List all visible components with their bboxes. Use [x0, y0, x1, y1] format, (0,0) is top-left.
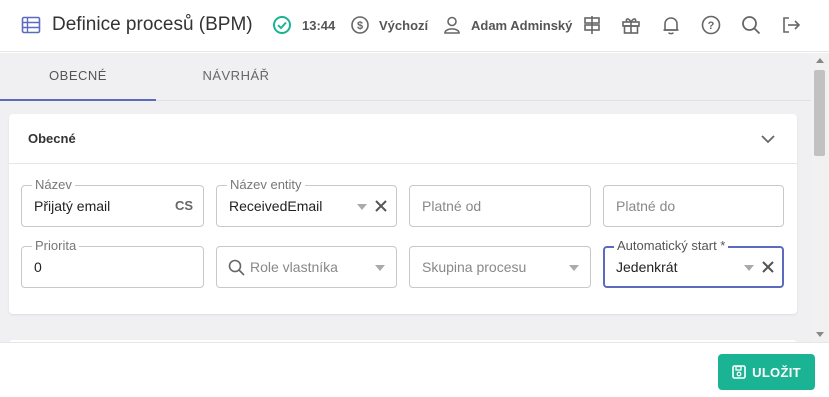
section-title: Obecné: [28, 131, 76, 146]
dropdown-arrow-icon[interactable]: [569, 265, 579, 271]
platne-od-placeholder: Platné od: [422, 198, 482, 214]
clear-icon[interactable]: [762, 261, 774, 273]
tab-navrhar[interactable]: NÁVRHÁŘ: [158, 53, 314, 101]
gift-icon[interactable]: [620, 14, 642, 36]
platne-do-placeholder: Platné do: [616, 198, 676, 214]
search-icon: [228, 259, 245, 276]
platne-do-field[interactable]: Platné do: [603, 185, 784, 227]
footer-bar: ULOŽIT: [0, 342, 829, 397]
dropdown-arrow-icon[interactable]: [744, 265, 754, 271]
clear-icon[interactable]: [375, 200, 387, 212]
svg-text:?: ?: [708, 20, 715, 32]
nazev-label: Název: [32, 178, 75, 192]
platne-od-field[interactable]: Platné od: [409, 185, 591, 227]
save-button-label: ULOŽIT: [752, 364, 801, 380]
page-title: Definice procesů (BPM): [52, 14, 253, 35]
priorita-label: Priorita: [32, 239, 80, 253]
dropdown-arrow-icon[interactable]: [357, 204, 367, 210]
priorita-field[interactable]: Priorita 0: [21, 239, 204, 288]
status-indicator[interactable]: 13:44: [272, 13, 335, 37]
floppy-disk-icon: [732, 365, 746, 379]
section-header[interactable]: Obecné: [9, 114, 797, 164]
save-button[interactable]: ULOŽIT: [718, 354, 815, 390]
user-menu[interactable]: Adam Adminský: [442, 13, 572, 37]
automaticky-start-label: Automatický start *: [614, 239, 729, 253]
user-icon: [444, 16, 460, 34]
time-label: 13:44: [302, 17, 336, 33]
vertical-scrollbar[interactable]: [811, 53, 829, 342]
role-vlastnika-placeholder: Role vlastníka: [250, 259, 338, 275]
role-vlastnika-select[interactable]: Role vlastníka: [216, 246, 397, 288]
logout-icon[interactable]: [780, 14, 802, 36]
scroll-down-arrow[interactable]: [816, 332, 824, 337]
tab-bar: OBECNÉ NÁVRHÁŘ: [0, 53, 811, 101]
dropdown-arrow-icon[interactable]: [375, 265, 385, 271]
main-content: OBECNÉ NÁVRHÁŘ Obecné Název Přijatý emai…: [0, 53, 811, 342]
skupina-procesu-placeholder: Skupina procesu: [422, 259, 527, 275]
currency-label: Výchozí: [379, 17, 429, 33]
tab-obecne[interactable]: OBECNÉ: [0, 53, 156, 101]
nazev-field[interactable]: Název Přijatý email CS: [21, 178, 204, 227]
nazev-entity-value: ReceivedEmail: [229, 198, 323, 214]
scrollbar-thumb[interactable]: [814, 70, 825, 156]
currency-selector[interactable]: $ Výchozí: [350, 13, 428, 37]
priorita-value: 0: [34, 259, 42, 275]
skupina-procesu-select[interactable]: Skupina procesu: [409, 246, 591, 288]
search-icon[interactable]: [740, 14, 762, 36]
nazev-entity-select[interactable]: Název entity ReceivedEmail: [216, 178, 397, 227]
language-badge[interactable]: CS: [175, 198, 193, 213]
chevron-down-icon[interactable]: [759, 130, 777, 148]
general-section-card: Obecné Název Přijatý email CS Název enti…: [9, 114, 797, 314]
help-icon[interactable]: ?: [700, 14, 722, 36]
automaticky-start-select[interactable]: Automatický start * Jedenkrát: [603, 239, 784, 288]
bell-icon[interactable]: [660, 14, 682, 36]
nazev-value: Přijatý email: [34, 198, 111, 214]
top-bar: Definice procesů (BPM) 13:44 $ Výchozí A…: [0, 0, 829, 52]
signpost-icon[interactable]: [581, 14, 603, 36]
automaticky-start-value: Jedenkrát: [616, 259, 678, 275]
check-circle-icon: [273, 16, 291, 34]
nazev-entity-label: Název entity: [227, 178, 305, 192]
dollar-circle-icon: $: [351, 16, 369, 34]
svg-text:$: $: [357, 20, 363, 32]
list-icon: [21, 16, 41, 34]
scroll-up-arrow[interactable]: [816, 58, 824, 63]
user-name: Adam Adminský: [471, 17, 573, 33]
